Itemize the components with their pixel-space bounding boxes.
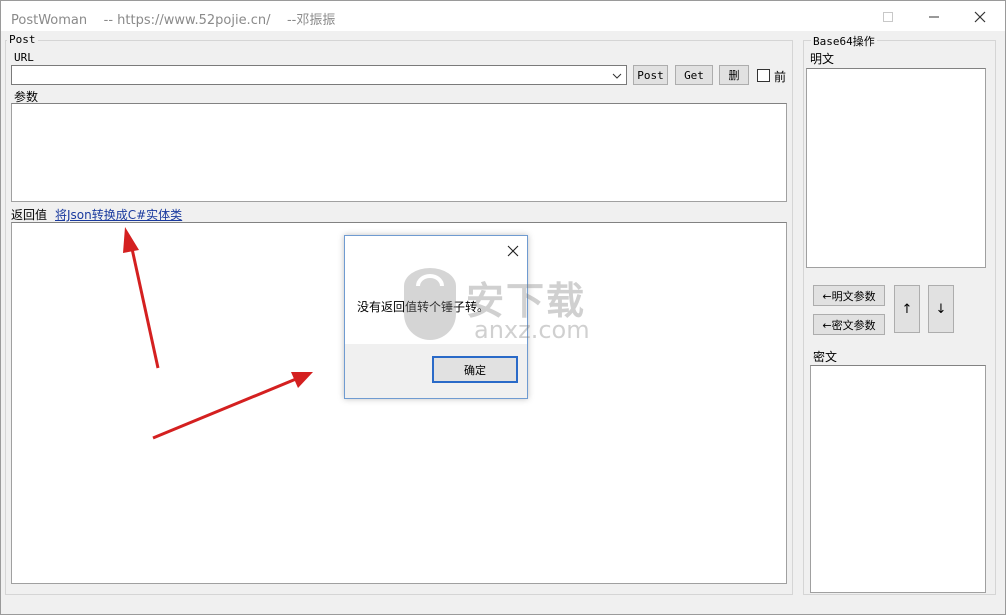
dialog-close-icon[interactable] — [507, 245, 519, 257]
shield-icon — [404, 268, 456, 340]
annotation-arrow-up — [123, 227, 160, 369]
ok-button[interactable]: 确定 — [432, 356, 518, 383]
watermark-logo: 安下载 anxz.com — [394, 264, 610, 348]
watermark-subtext: anxz.com — [474, 316, 590, 344]
annotation-arrow-right — [152, 372, 313, 440]
